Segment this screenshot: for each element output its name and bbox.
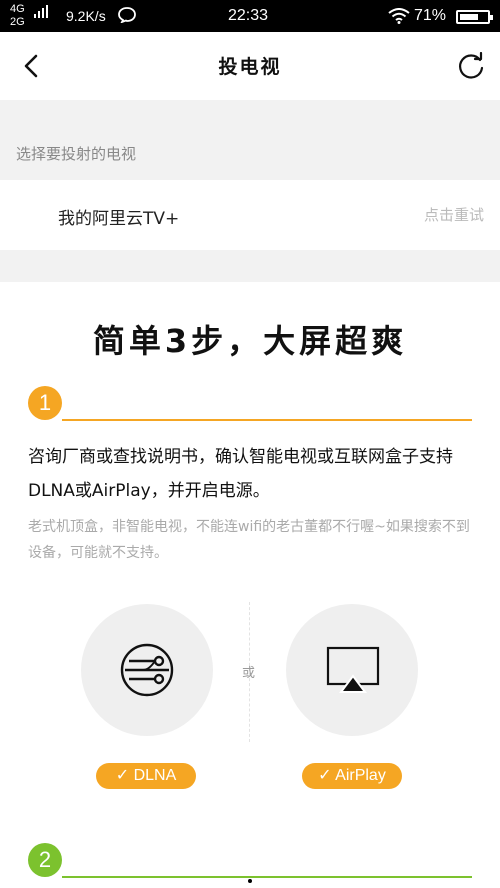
message-icon [118,7,136,23]
network-speed: 9.2K/s [66,8,106,24]
guide-panel: 简单3步，大屏超爽 1 咨询厂商或查找说明书，确认智能电视或互联网盒子支持DLN… [0,282,500,888]
retry-button[interactable]: 点击重试 [424,204,484,225]
device-list-item[interactable]: 我的阿里云TV+ 点击重试 [0,180,500,250]
airplay-icon [326,646,380,693]
network-type-bottom: 2G [10,16,25,28]
battery-level [460,14,479,20]
step-2-line [62,876,472,878]
step-1-note: 老式机顶盒，非智能电视，不能连wifi的老古董都不行喔~如果搜索不到设备，可能就… [28,519,470,561]
page-title: 投电视 [218,56,282,78]
guide-headline: 简单3步，大屏超爽 [92,322,408,360]
network-type-top: 4G [10,3,25,15]
dlna-option [81,604,213,736]
device-section-header: 选择要投射的电视 [0,100,500,180]
step-2-header: 2 [28,843,472,879]
airplay-badge: ✓ AirPlay [302,763,402,789]
device-section-title: 选择要投射的电视 [16,145,137,163]
section-divider [0,250,500,282]
options-or-label: 或 [242,666,256,681]
airplay-option [286,604,418,736]
status-bar: 4G 2G 9.2K/s 22:33 71% [0,0,500,32]
step-1-header: 1 [28,386,472,422]
battery-icon [456,10,493,24]
network-type: 4G 2G [10,3,25,29]
refresh-icon[interactable] [456,52,486,82]
nav-bar: 投电视 [0,32,500,100]
home-indicator [248,879,252,883]
battery-percent: 71% [414,7,447,24]
step-1-number: 1 [28,386,62,420]
dlna-icon [120,643,174,697]
step-1-line [62,419,472,421]
step-1-text: 咨询厂商或查找说明书，确认智能电视或互联网盒子支持DLNA或AirPlay，并开… [28,447,453,501]
device-name: 我的阿里云TV+ [58,209,180,229]
dlna-badge: ✓ DLNA [96,763,196,789]
wifi-icon [388,8,410,24]
step-2-number: 2 [28,843,62,877]
clock: 22:33 [228,7,269,24]
